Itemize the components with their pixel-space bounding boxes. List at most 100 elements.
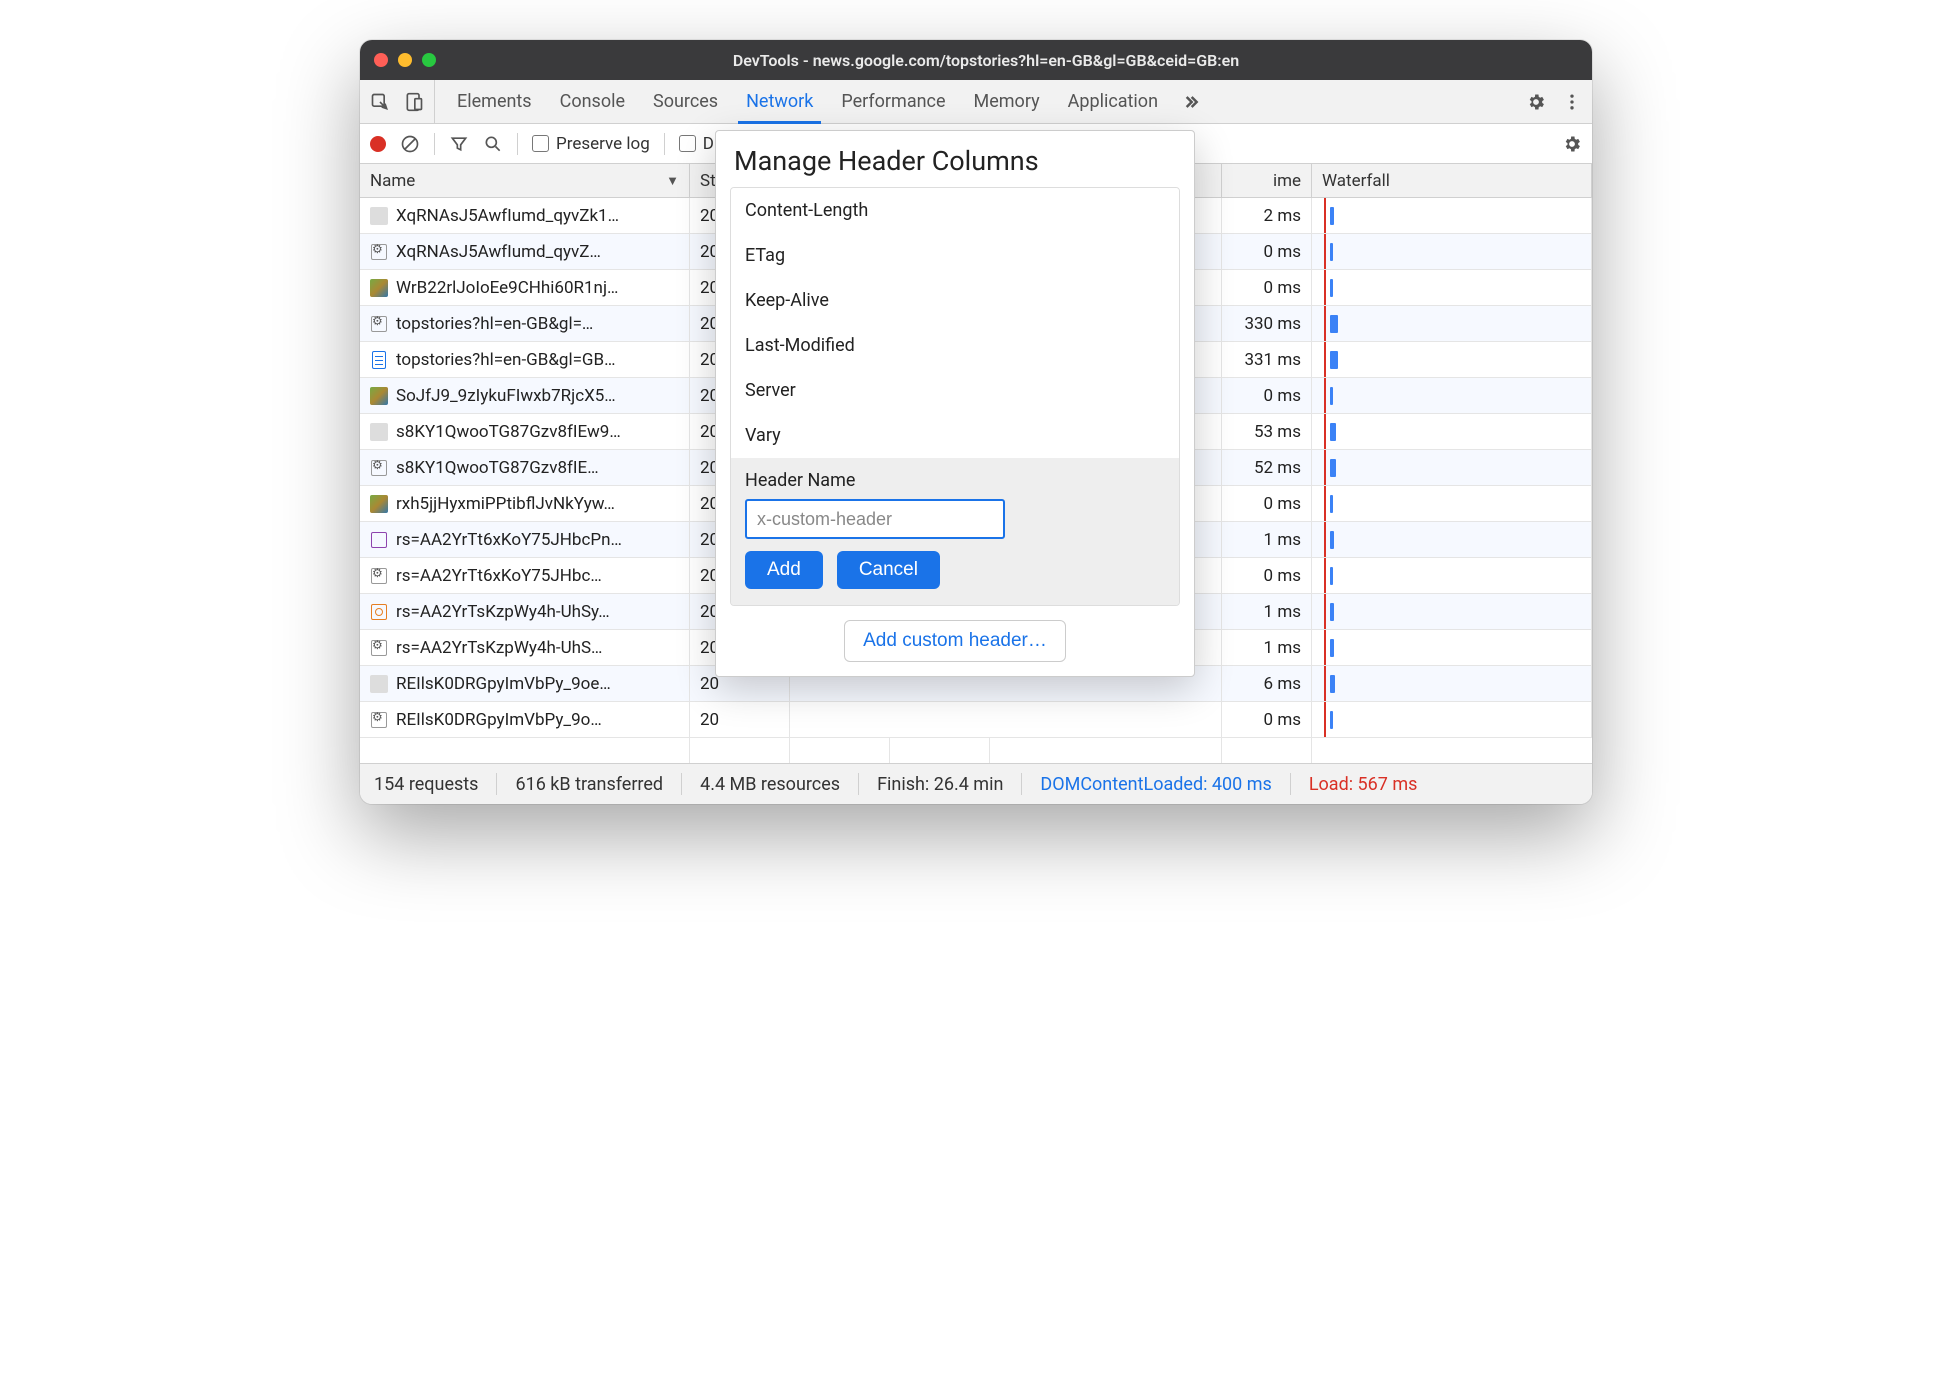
header-column-item[interactable]: ETag bbox=[731, 233, 1179, 278]
stylesheet-icon bbox=[370, 603, 388, 621]
waterfall-bar bbox=[1330, 387, 1333, 405]
cell-time: 0 ms bbox=[1222, 234, 1312, 269]
kebab-menu-icon[interactable] bbox=[1562, 92, 1582, 112]
request-row[interactable]: ⚙REIlsK0DRGpyImVbPy_9o…200 ms bbox=[360, 702, 1592, 738]
add-custom-header-button[interactable]: Add custom header… bbox=[844, 620, 1066, 662]
tab-application[interactable]: Application bbox=[1054, 80, 1172, 123]
tab-performance[interactable]: Performance bbox=[827, 80, 959, 123]
cell-name: rs=AA2YrTt6xKoY75JHbcPn… bbox=[360, 522, 690, 557]
cell-waterfall bbox=[1312, 702, 1592, 737]
preserve-log-checkbox[interactable]: Preserve log bbox=[532, 134, 650, 154]
waterfall-marker bbox=[1324, 630, 1326, 665]
image-icon bbox=[370, 423, 388, 441]
cell-waterfall bbox=[1312, 594, 1592, 629]
waterfall-bar bbox=[1330, 315, 1338, 333]
request-name: s8KY1QwooTG87Gzv8fIEw9… bbox=[396, 422, 621, 442]
status-bar: 154 requests 616 kB transferred 4.4 MB r… bbox=[360, 764, 1592, 804]
header-column-item[interactable]: Server bbox=[731, 368, 1179, 413]
status-domcontentloaded: DOMContentLoaded: 400 ms bbox=[1040, 774, 1271, 795]
cell-waterfall bbox=[1312, 558, 1592, 593]
cell-name: ⚙rs=AA2YrTt6xKoY75JHbc… bbox=[360, 558, 690, 593]
waterfall-marker bbox=[1324, 558, 1326, 593]
preserve-log-label: Preserve log bbox=[556, 134, 650, 154]
header-name-input[interactable] bbox=[745, 499, 1005, 539]
script-icon bbox=[370, 531, 388, 549]
tab-sources[interactable]: Sources bbox=[639, 80, 732, 123]
settings-icon[interactable] bbox=[1526, 92, 1546, 112]
cell-waterfall bbox=[1312, 198, 1592, 233]
gear-icon: ⚙ bbox=[370, 639, 388, 657]
inspect-icon[interactable] bbox=[370, 92, 390, 112]
tab-elements[interactable]: Elements bbox=[443, 80, 546, 123]
waterfall-bar bbox=[1330, 279, 1333, 297]
header-column-item[interactable]: Keep-Alive bbox=[731, 278, 1179, 323]
record-button[interactable] bbox=[370, 136, 386, 152]
cell-time: 330 ms bbox=[1222, 306, 1312, 341]
waterfall-marker bbox=[1324, 486, 1326, 521]
waterfall-bar bbox=[1330, 243, 1333, 261]
column-status-label: St bbox=[700, 171, 716, 191]
cell-time: 2 ms bbox=[1222, 198, 1312, 233]
clear-icon[interactable] bbox=[400, 134, 420, 154]
waterfall-bar bbox=[1330, 495, 1333, 513]
status-finish: Finish: 26.4 min bbox=[877, 774, 1003, 795]
maximize-window-button[interactable] bbox=[422, 53, 436, 67]
header-column-item[interactable]: Last-Modified bbox=[731, 323, 1179, 368]
divider bbox=[434, 133, 435, 155]
waterfall-marker bbox=[1324, 270, 1326, 305]
gear-icon: ⚙ bbox=[370, 711, 388, 729]
waterfall-marker bbox=[1324, 378, 1326, 413]
request-name: rs=AA2YrTt6xKoY75JHbcPn… bbox=[396, 530, 622, 550]
device-toolbar-icon[interactable] bbox=[404, 92, 424, 112]
checkbox-icon bbox=[679, 135, 696, 152]
tab-memory[interactable]: Memory bbox=[960, 80, 1054, 123]
window-title: DevTools - news.google.com/topstories?hl… bbox=[454, 51, 1518, 70]
waterfall-bar bbox=[1330, 459, 1336, 477]
cell-waterfall bbox=[1312, 450, 1592, 485]
column-header-name[interactable]: Name ▼ bbox=[360, 164, 690, 197]
request-name: SoJfJ9_9zIykuFIwxb7RjcX5… bbox=[396, 386, 616, 406]
waterfall-bar bbox=[1330, 603, 1334, 621]
image-icon bbox=[370, 675, 388, 693]
cancel-button[interactable]: Cancel bbox=[837, 551, 940, 589]
devtools-window: DevTools - news.google.com/topstories?hl… bbox=[360, 40, 1592, 804]
more-tabs-icon[interactable] bbox=[1180, 92, 1200, 112]
cell-time: 0 ms bbox=[1222, 702, 1312, 737]
cell-waterfall bbox=[1312, 414, 1592, 449]
waterfall-bar bbox=[1330, 639, 1334, 657]
cell-name: rxh5jjHyxmiPPtibflJvNkYyw… bbox=[360, 486, 690, 521]
request-name: WrB22rlJoIoEe9CHhi60R1nj… bbox=[396, 278, 618, 298]
image-thumb-icon bbox=[370, 495, 388, 513]
search-icon[interactable] bbox=[483, 134, 503, 154]
cell-name: SoJfJ9_9zIykuFIwxb7RjcX5… bbox=[360, 378, 690, 413]
header-column-item[interactable]: Content-Length bbox=[731, 188, 1179, 233]
waterfall-marker bbox=[1324, 450, 1326, 485]
waterfall-marker bbox=[1324, 666, 1326, 701]
close-window-button[interactable] bbox=[374, 53, 388, 67]
add-button[interactable]: Add bbox=[745, 551, 823, 589]
column-header-waterfall[interactable]: Waterfall bbox=[1312, 164, 1592, 197]
column-name-label: Name bbox=[370, 171, 415, 191]
tab-console[interactable]: Console bbox=[546, 80, 639, 123]
waterfall-marker bbox=[1324, 702, 1326, 737]
minimize-window-button[interactable] bbox=[398, 53, 412, 67]
cell-waterfall bbox=[1312, 522, 1592, 557]
waterfall-bar bbox=[1330, 567, 1333, 585]
cell-name: ⚙s8KY1QwooTG87Gzv8fIE… bbox=[360, 450, 690, 485]
image-icon bbox=[370, 207, 388, 225]
cell-waterfall bbox=[1312, 486, 1592, 521]
waterfall-marker bbox=[1324, 306, 1326, 341]
gear-icon: ⚙ bbox=[370, 567, 388, 585]
waterfall-marker bbox=[1324, 198, 1326, 233]
divider bbox=[517, 133, 518, 155]
filter-icon[interactable] bbox=[449, 134, 469, 154]
tab-network[interactable]: Network bbox=[732, 80, 827, 123]
cell-time: 0 ms bbox=[1222, 486, 1312, 521]
status-resources: 4.4 MB resources bbox=[700, 774, 840, 795]
header-column-item[interactable]: Vary bbox=[731, 413, 1179, 458]
header-columns-list: Content-LengthETagKeep-AliveLast-Modifie… bbox=[730, 187, 1180, 606]
sort-indicator-icon: ▼ bbox=[666, 173, 679, 189]
panel-settings-icon[interactable] bbox=[1562, 134, 1582, 154]
cell-name: s8KY1QwooTG87Gzv8fIEw9… bbox=[360, 414, 690, 449]
column-header-time[interactable]: ime bbox=[1222, 164, 1312, 197]
